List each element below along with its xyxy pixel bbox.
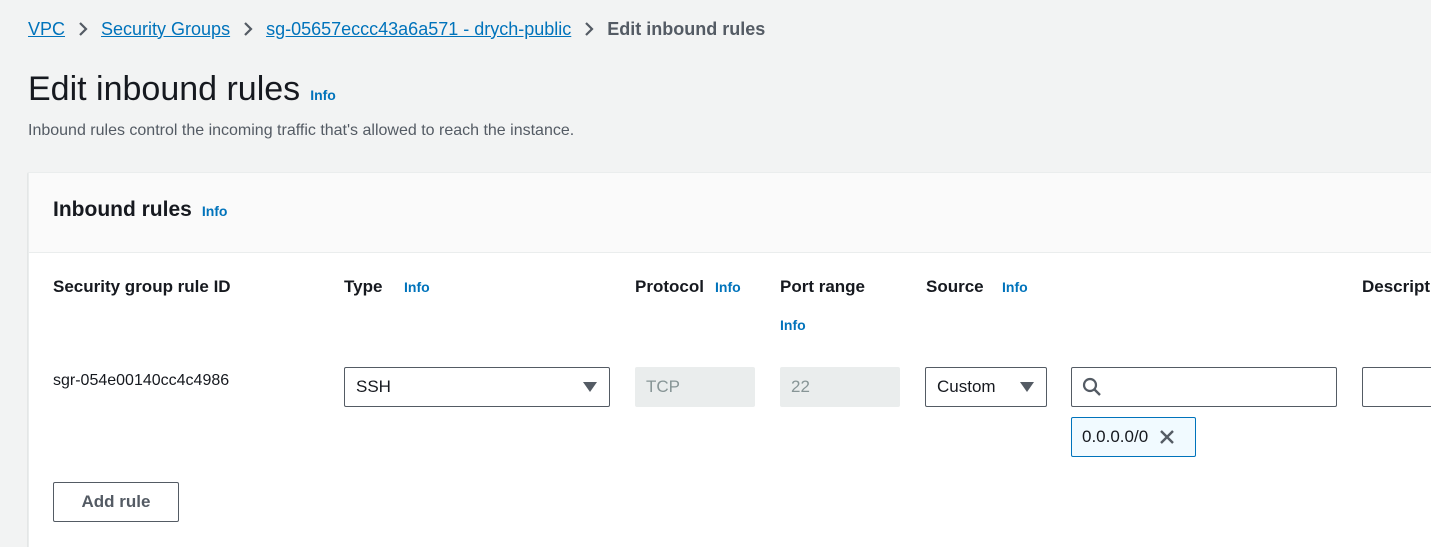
page-title: Edit inbound rules: [28, 70, 301, 108]
inbound-rules-panel: Inbound rules Info Security group rule I…: [28, 172, 1431, 547]
breadcrumb-security-group[interactable]: sg-05657eccc43a6a571 - drych-public: [266, 19, 571, 40]
source-token-label: 0.0.0.0/0: [1082, 427, 1149, 446]
breadcrumb: VPC Security Groups sg-05657eccc43a6a571…: [28, 17, 765, 41]
search-icon: [1082, 377, 1102, 402]
breadcrumb-current: Edit inbound rules: [607, 18, 766, 39]
source-type-select[interactable]: Custom: [925, 367, 1047, 407]
page-info-link[interactable]: Info: [310, 87, 336, 103]
column-description: Descripti: [1362, 277, 1431, 296]
port-range-field: 22: [780, 367, 900, 407]
source-type-value: Custom: [937, 377, 996, 396]
chevron-right-icon: [571, 20, 607, 38]
column-rule-id: Security group rule ID: [53, 277, 231, 296]
chevron-right-icon: [65, 20, 101, 38]
type-select[interactable]: SSH: [344, 367, 610, 407]
source-info-link[interactable]: Info: [1002, 279, 1028, 295]
column-port-range: Port range: [780, 277, 866, 296]
page-description: Inbound rules control the incoming traff…: [28, 122, 575, 139]
port-range-value: 22: [791, 377, 810, 396]
port-range-info-link[interactable]: Info: [780, 317, 806, 333]
column-source: Source: [926, 277, 984, 296]
source-search-input[interactable]: [1112, 378, 1336, 396]
protocol-info-link[interactable]: Info: [715, 279, 741, 295]
source-token: 0.0.0.0/0: [1071, 417, 1196, 457]
column-protocol: Protocol: [635, 277, 704, 296]
caret-down-icon: [1020, 382, 1034, 392]
protocol-value: TCP: [646, 377, 680, 396]
panel-title: Inbound rules: [53, 198, 192, 221]
type-select-value: SSH: [356, 377, 391, 396]
page-header: Edit inbound rules Info: [28, 70, 336, 109]
type-info-link[interactable]: Info: [404, 279, 430, 295]
panel-header: Inbound rules Info: [29, 173, 1431, 253]
source-search-field[interactable]: [1071, 367, 1337, 407]
breadcrumb-vpc[interactable]: VPC: [28, 19, 65, 40]
breadcrumb-security-groups[interactable]: Security Groups: [101, 19, 230, 40]
close-icon[interactable]: [1158, 428, 1176, 446]
panel-info-link[interactable]: Info: [202, 203, 228, 219]
column-type: Type: [344, 277, 383, 296]
description-field[interactable]: [1362, 367, 1431, 407]
add-rule-button[interactable]: Add rule: [53, 482, 179, 522]
chevron-right-icon: [230, 20, 266, 38]
rule-id: sgr-054e00140cc4c4986: [53, 372, 230, 389]
caret-down-icon: [583, 382, 597, 392]
protocol-field: TCP: [635, 367, 755, 407]
